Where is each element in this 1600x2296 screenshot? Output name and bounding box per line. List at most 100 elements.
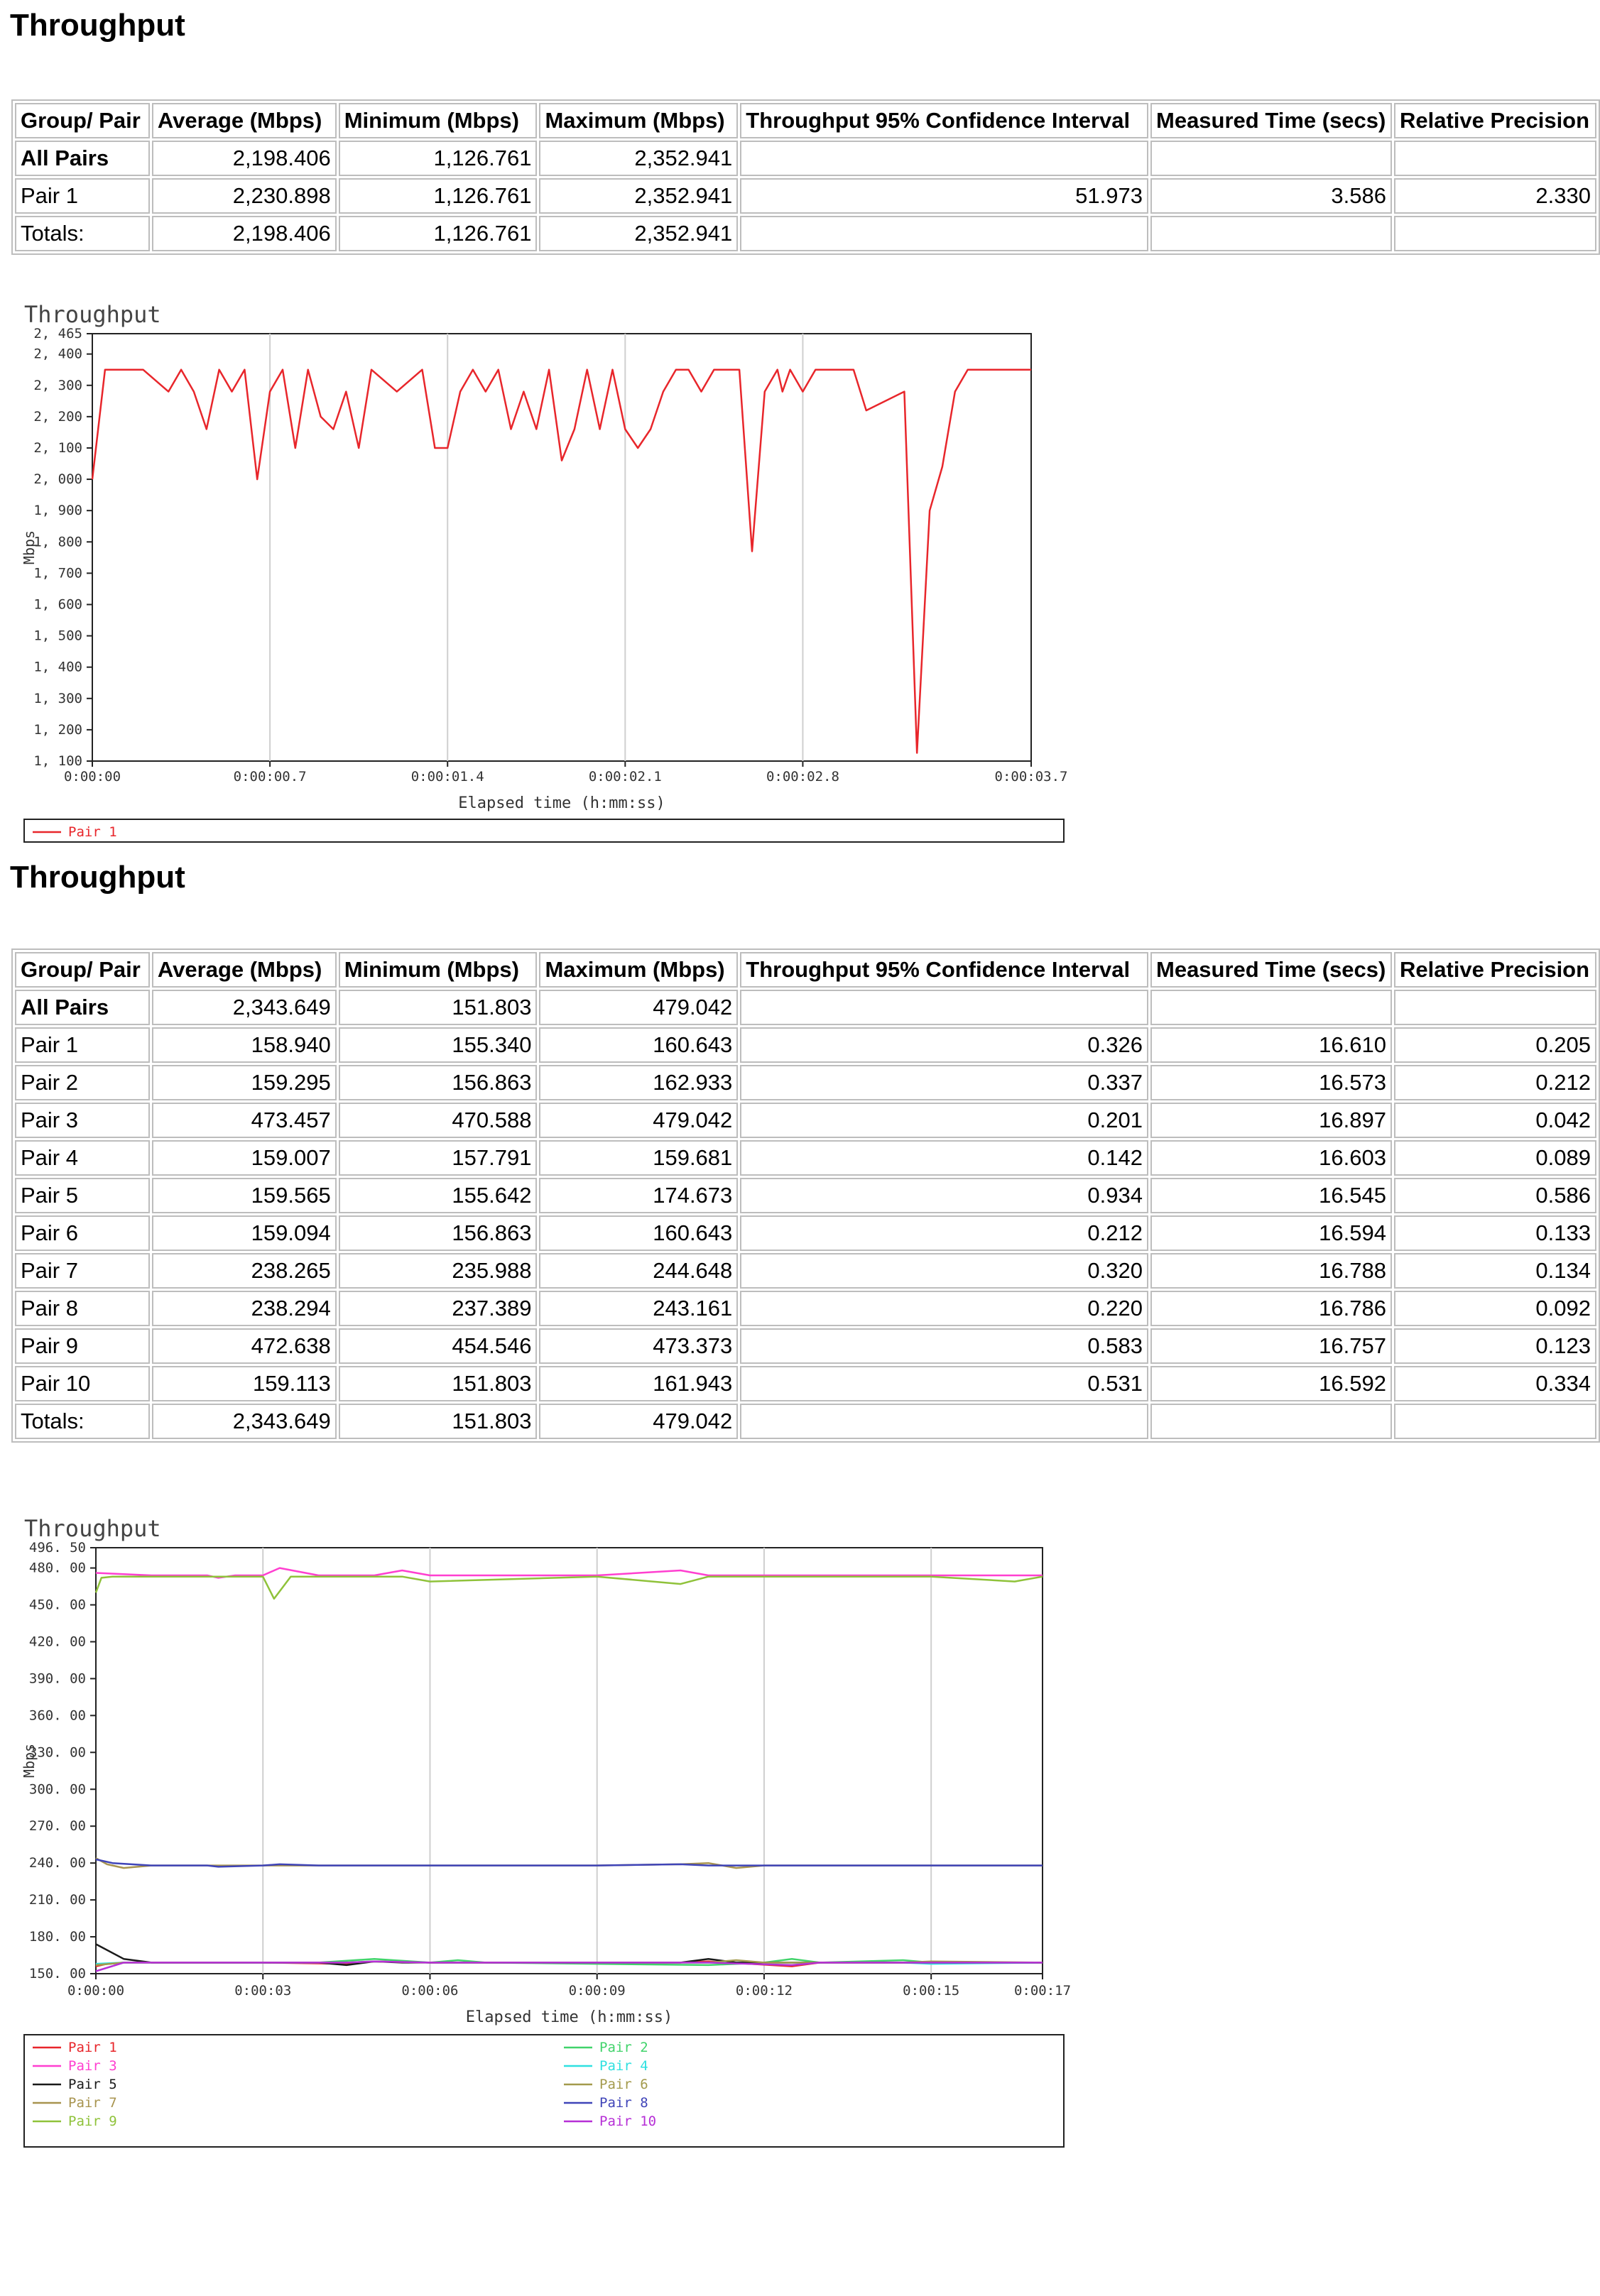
- table-cell: 0.531: [740, 1366, 1148, 1401]
- y-tick-label: 1, 800: [33, 534, 82, 550]
- legend-item: Pair 7: [68, 2095, 117, 2111]
- table-cell: 16.603: [1150, 1140, 1392, 1176]
- throughput-section-2: Throughput Group/ Pair Average (Mbps) Mini…: [0, 852, 1600, 2150]
- table-cell: [1393, 1404, 1596, 1439]
- legend-item: Pair 9: [68, 2114, 117, 2129]
- table-cell: 479.042: [539, 990, 739, 1025]
- table-row: Pair 2 159.295 156.863 162.933 0.337 16.573 0.…: [15, 1065, 1596, 1100]
- throughput-table: Group/ Pair Average (Mbps) Minimum (Mbps) M…: [11, 949, 1600, 1443]
- y-tick-label: 1, 100: [33, 753, 82, 769]
- table-cell: 2,352.941: [539, 178, 739, 214]
- table-cell: 159.681: [539, 1140, 739, 1176]
- table-cell: 2,230.898: [151, 178, 337, 214]
- table-row: Pair 3 473.457 470.588 479.042 0.201 16.897 0.…: [15, 1103, 1596, 1138]
- x-tick-label: 0:00:03.7: [995, 769, 1068, 785]
- table-cell: 156.863: [338, 1065, 538, 1100]
- table-cell: 1,126.761: [338, 216, 538, 251]
- plot-area: [95, 1547, 1043, 1974]
- table-cell: 1,126.761: [338, 141, 538, 176]
- table-row: Totals: 2,198.406 1,126.761 2,352.941: [15, 216, 1596, 251]
- table-cell: 235.988: [338, 1253, 538, 1289]
- throughput-table: Group/ Pair Average (Mbps) Minimum (Mbps) M…: [11, 99, 1600, 255]
- throughput-section-1: Throughput Group/ Pair Average (Mbps) Mini…: [0, 0, 1600, 852]
- table-cell: 470.588: [338, 1103, 538, 1138]
- legend-item: Pair 1: [68, 824, 117, 840]
- y-tick-label: 240. 00: [29, 1855, 86, 1871]
- y-tick-label: 2, 300: [33, 378, 82, 393]
- table-cell: 51.973: [740, 178, 1148, 214]
- table-cell: 238.294: [151, 1291, 337, 1326]
- row-label: Pair 6: [15, 1215, 150, 1251]
- table-cell: [1393, 216, 1596, 251]
- row-label: Pair 9: [15, 1328, 150, 1364]
- column-header: Minimum (Mbps): [338, 952, 538, 988]
- table-cell: 0.134: [1393, 1253, 1596, 1289]
- table-cell: 151.803: [338, 1404, 538, 1439]
- table-cell: [1393, 141, 1596, 176]
- row-label: Pair 2: [15, 1065, 150, 1100]
- table-cell: [1150, 1404, 1392, 1439]
- x-tick-label: 0:00:17: [1014, 1983, 1071, 1999]
- y-tick-label: 1, 200: [33, 722, 82, 738]
- table-cell: 155.642: [338, 1178, 538, 1213]
- table-cell: 159.113: [151, 1366, 337, 1401]
- y-tick-label: 1, 400: [33, 660, 82, 675]
- table-cell: 16.788: [1150, 1253, 1392, 1289]
- table-cell: [1150, 990, 1392, 1025]
- row-label: Pair 1: [15, 178, 150, 214]
- legend-item: Pair 2: [599, 2040, 648, 2055]
- y-tick-label: 360. 00: [29, 1707, 86, 1723]
- table-cell: 159.094: [151, 1215, 337, 1251]
- y-tick-label: 210. 00: [29, 1892, 86, 1908]
- x-tick-label: 0:00:02.8: [766, 769, 839, 785]
- table-cell: 160.643: [539, 1215, 739, 1251]
- table-cell: 473.373: [539, 1328, 739, 1364]
- row-label: Pair 10: [15, 1366, 150, 1401]
- table-cell: 0.934: [740, 1178, 1148, 1213]
- table-cell: 0.133: [1393, 1215, 1596, 1251]
- table-cell: 16.594: [1150, 1215, 1392, 1251]
- table-cell: [740, 216, 1148, 251]
- x-axis-label: Elapsed time (h:mm:ss): [466, 2008, 673, 2026]
- y-tick-label: 1, 900: [33, 503, 82, 518]
- chart-svg: Throughput 0:00:00 0:00:00.7 0:00:01.4 0:00:…: [21, 301, 1068, 843]
- column-header: Relative Precision: [1393, 103, 1596, 138]
- y-tick-label: 1, 500: [33, 628, 82, 644]
- x-tick-label: 0:00:00: [64, 769, 121, 785]
- column-header: Throughput 95% Confidence Interval: [740, 103, 1148, 138]
- row-label: Totals:: [15, 216, 150, 251]
- y-axis-label: Mbps: [21, 530, 38, 564]
- table-cell: 0.337: [740, 1065, 1148, 1100]
- y-tick-label: 2, 465: [33, 326, 82, 341]
- table-cell: 0.320: [740, 1253, 1148, 1289]
- y-tick-label: 450. 00: [29, 1597, 86, 1613]
- table-cell: 244.648: [539, 1253, 739, 1289]
- table-cell: 2,343.649: [151, 1404, 337, 1439]
- table-cell: 16.573: [1150, 1065, 1392, 1100]
- table-cell: 0.334: [1393, 1366, 1596, 1401]
- table-header-row: Group/ Pair Average (Mbps) Minimum (Mbps) M…: [15, 103, 1596, 138]
- x-tick-label: 0:00:00: [67, 1983, 124, 1999]
- column-header: Group/ Pair: [15, 103, 150, 138]
- y-tick-label: 2, 100: [33, 440, 82, 456]
- section-title: Throughput: [10, 860, 185, 895]
- column-header: Maximum (Mbps): [539, 952, 739, 988]
- y-tick-label: 480. 00: [29, 1560, 86, 1576]
- table-cell: 479.042: [539, 1103, 739, 1138]
- x-tick-label: 0:00:03: [234, 1983, 291, 1999]
- y-axis-label: Mbps: [21, 1744, 38, 1778]
- x-tick-label: 0:00:00.7: [234, 769, 307, 785]
- table-cell: 0.123: [1393, 1328, 1596, 1364]
- table-cell: 2.330: [1393, 178, 1596, 214]
- x-tick-label: 0:00:12: [736, 1983, 793, 1999]
- y-tick-label: 2, 200: [33, 409, 82, 425]
- table-row: Pair 4 159.007 157.791 159.681 0.142 16.603 0.…: [15, 1140, 1596, 1176]
- table-cell: 16.545: [1150, 1178, 1392, 1213]
- x-tick-label: 0:00:06: [401, 1983, 458, 1999]
- row-label: Pair 5: [15, 1178, 150, 1213]
- table-row: Pair 10 159.113 151.803 161.943 0.531 16.592 0…: [15, 1366, 1596, 1401]
- table-cell: 2,198.406: [151, 216, 337, 251]
- table-cell: [1393, 990, 1596, 1025]
- table-cell: 472.638: [151, 1328, 337, 1364]
- table-row: Pair 1 2,230.898 1,126.761 2,352.941 51.973 3…: [15, 178, 1596, 214]
